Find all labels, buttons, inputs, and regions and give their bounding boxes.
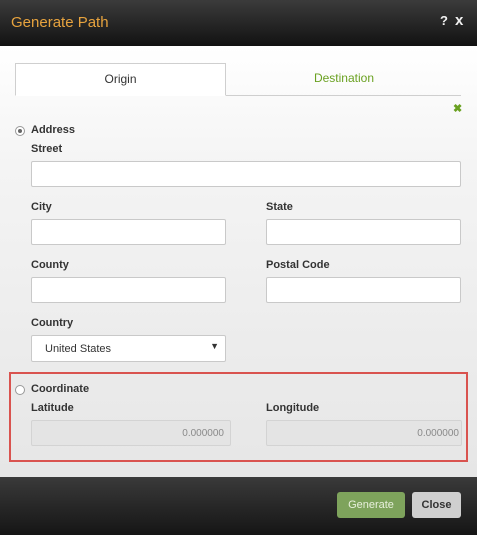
tab-destination[interactable]: Destination	[227, 63, 461, 94]
coordinate-option-label[interactable]: Coordinate	[31, 383, 89, 395]
dialog-titlebar: Generate Path ? x	[0, 0, 477, 46]
longitude-label: Longitude	[266, 402, 320, 414]
county-label: County	[31, 259, 69, 271]
tab-bar: Origin Destination	[15, 63, 461, 96]
chevron-down-icon: ▼	[210, 341, 219, 351]
dialog-footer: Generate Close	[0, 477, 477, 535]
county-input[interactable]	[31, 277, 226, 303]
country-select[interactable]: United States ▼	[31, 335, 226, 362]
country-selected-value: United States	[45, 343, 112, 355]
tab-origin[interactable]: Origin	[15, 63, 226, 96]
generate-path-dialog: Generate Path ? x Origin Destination ✖ A…	[0, 0, 477, 535]
latitude-input[interactable]: 0.000000	[31, 420, 231, 446]
address-radio[interactable]	[15, 126, 25, 136]
close-button[interactable]: Close	[412, 492, 461, 518]
address-option-label[interactable]: Address	[31, 124, 75, 136]
postal-code-label: Postal Code	[266, 259, 330, 271]
city-input[interactable]	[31, 219, 226, 245]
postal-code-input[interactable]	[266, 277, 461, 303]
country-label: Country	[31, 317, 74, 329]
state-label: State	[266, 201, 293, 213]
longitude-input[interactable]: 0.000000	[266, 420, 462, 446]
latitude-label: Latitude	[31, 402, 74, 414]
state-input[interactable]	[266, 219, 461, 245]
street-input[interactable]	[31, 161, 461, 187]
dialog-title: Generate Path	[11, 14, 109, 31]
city-label: City	[31, 201, 52, 213]
street-label: Street	[31, 143, 63, 155]
dialog-body: Origin Destination ✖ Address Street City…	[0, 46, 477, 477]
remove-icon[interactable]: ✖	[453, 102, 462, 115]
coordinate-radio[interactable]	[15, 385, 25, 395]
close-icon[interactable]: x	[455, 12, 463, 29]
help-icon[interactable]: ?	[440, 13, 448, 28]
generate-button[interactable]: Generate	[337, 492, 405, 518]
